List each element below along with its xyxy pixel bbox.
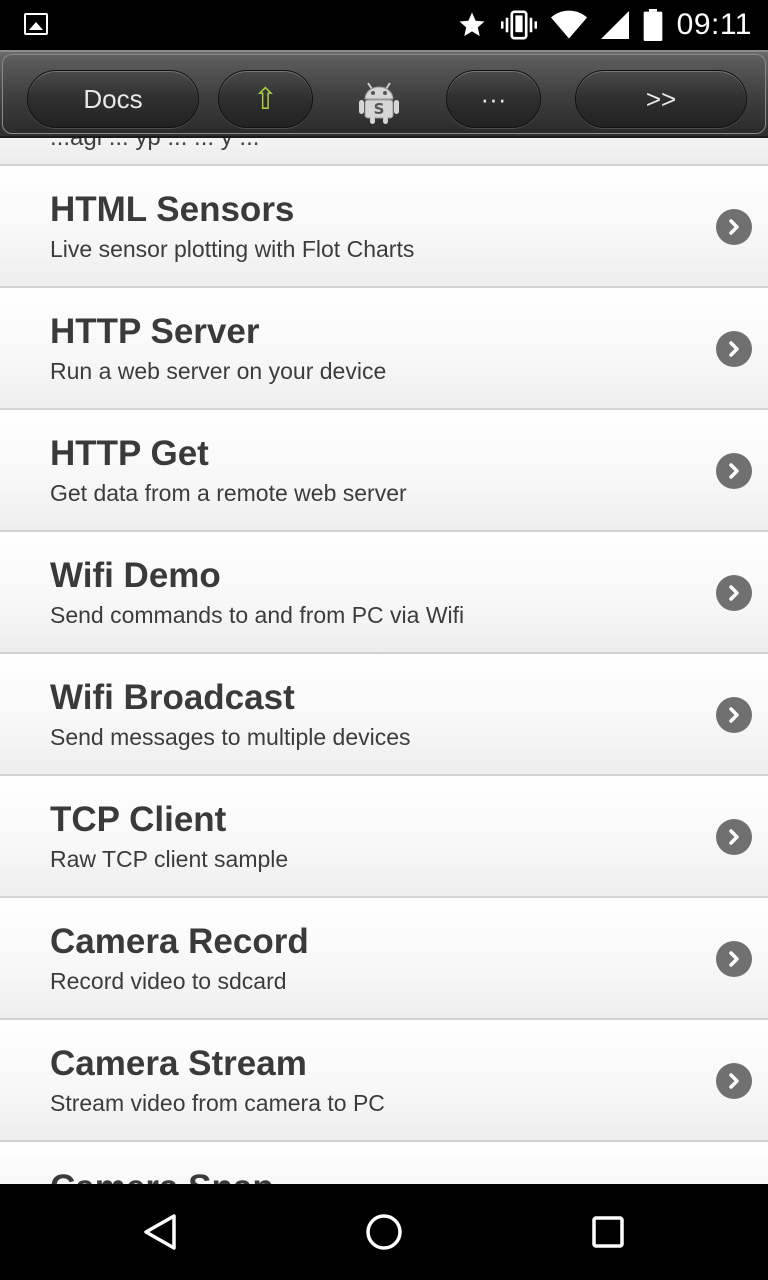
cell-signal-icon [600,11,629,39]
vibrate-icon [500,10,537,40]
chevron-right-icon [716,209,752,245]
toolbar: Docs ⇧ S ··· >> [0,50,768,138]
battery-icon [643,9,662,41]
chevron-right-icon [716,941,752,977]
chevron-right-icon [716,697,752,733]
list-item-subtitle: Live sensor plotting with Flot Charts [50,236,415,262]
chevron-right-icon [716,575,752,611]
list-item-title: Wifi Broadcast [50,678,295,717]
list-item-subtitle: ...agi ... yp ... ... y ... [50,138,259,152]
star-icon [459,12,485,37]
wifi-icon [550,10,587,39]
list-item-title: TCP Client [50,800,227,839]
list-item-subtitle: Send messages to multiple devices [50,724,411,750]
list-item-subtitle: Get data from a remote web server [50,480,407,506]
list-item-title: HTTP Get [50,434,209,473]
list-item[interactable]: HTTP Server Run a web server on your dev… [0,288,768,410]
list-item-partial[interactable]: ...agi ... yp ... ... y ... [0,138,768,166]
list-item[interactable]: Camera Stream Stream video from camera t… [0,1020,768,1142]
list-item-subtitle: Stream video from camera to PC [50,1090,385,1116]
status-bar: 09:11 [0,0,768,50]
chevron-right-icon [716,1063,752,1099]
list-item[interactable]: HTML Sensors Live sensor plotting with F… [0,166,768,288]
list-item-title: HTML Sensors [50,190,295,229]
chevron-right-icon [716,819,752,855]
list-item[interactable]: Wifi Broadcast Send messages to multiple… [0,654,768,776]
sample-list: ...agi ... yp ... ... y ... HTML Sensors… [0,138,768,1184]
clock: 09:11 [676,8,752,41]
list-item-partial[interactable]: Camera Snap [0,1144,768,1184]
list-item-subtitle: Run a web server on your device [50,358,387,384]
list-item-title: Camera Snap [50,1168,274,1184]
more-button[interactable]: ··· [446,70,541,128]
list-item-title: HTTP Server [50,312,260,351]
image-icon [24,13,48,35]
list-item[interactable]: Wifi Demo Send commands to and from PC v… [0,532,768,654]
next-button[interactable]: >> [575,70,747,128]
list-item-subtitle: Send commands to and from PC via Wifi [50,602,465,628]
up-button[interactable]: ⇧ [218,70,313,128]
chevron-right-icon [716,331,752,367]
home-icon[interactable] [360,1208,408,1256]
docs-button[interactable]: Docs [27,70,199,128]
list-item[interactable]: HTTP Get Get data from a remote web serv… [0,410,768,532]
list-item-title: Wifi Demo [50,556,221,595]
android-logo-icon[interactable]: S [355,77,403,125]
status-icons: 09:11 [457,8,752,42]
list-item-title: Camera Record [50,922,309,961]
svg-text:S: S [374,100,385,118]
toolbar-panel: Docs ⇧ S ··· >> [2,54,766,134]
list-item-title: Camera Stream [50,1044,307,1083]
chevron-right-icon [716,453,752,489]
list-item-subtitle: Raw TCP client sample [50,846,289,872]
list-item[interactable]: TCP Client Raw TCP client sample [0,776,768,898]
back-icon[interactable] [136,1208,184,1256]
list-item-subtitle: Record video to sdcard [50,968,287,994]
navigation-bar [0,1184,768,1280]
list-item[interactable]: Camera Record Record video to sdcard [0,898,768,1020]
recents-icon[interactable] [584,1208,632,1256]
